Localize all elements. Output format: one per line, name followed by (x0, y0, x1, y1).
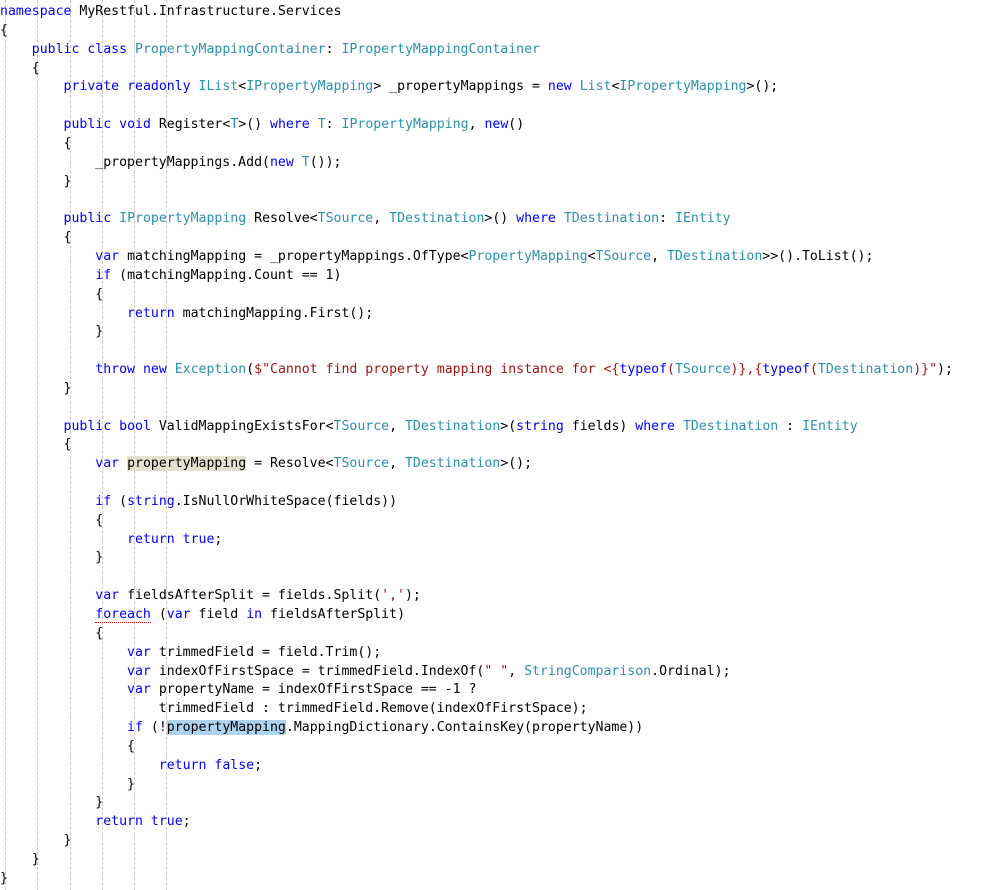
code-line: } (0, 776, 135, 792)
code-line: } (0, 851, 40, 867)
code-line: } (0, 795, 104, 811)
code-line: return true; (127, 531, 223, 547)
code-line: } (0, 550, 104, 566)
code-line: } (0, 324, 104, 340)
error-squiggle: foreach (95, 607, 151, 623)
highlighted-symbol[interactable]: propertyMapping (127, 456, 247, 472)
code-line: var propertyName = indexOfFirstSpace == … (127, 682, 477, 698)
code-line: { (0, 286, 104, 302)
code-line: { (0, 437, 72, 453)
code-line: } (0, 833, 72, 849)
code-line: throw new Exception($"Cannot find proper… (95, 362, 953, 378)
code-line: return false; (158, 757, 263, 773)
code-line: return true; (95, 814, 191, 830)
code-line: { (0, 60, 40, 76)
code-line: { (0, 625, 104, 641)
code-line: { (0, 135, 72, 151)
code-line: public void Register<T>() where T: IProp… (63, 117, 525, 133)
code-line: foreach (var field in fieldsAfterSplit) (95, 607, 406, 623)
code-line: } (0, 173, 72, 189)
code-line: public bool ValidMappingExistsFor<TSourc… (63, 418, 858, 434)
code-line: { (0, 512, 104, 528)
code-line: { (0, 22, 8, 38)
code-line: if (matchingMapping.Count == 1) (95, 267, 342, 283)
code-line: var indexOfFirstSpace = trimmedField.Ind… (127, 663, 731, 679)
code-line: var matchingMapping = _propertyMappings.… (95, 248, 874, 264)
code-line: if (!propertyMapping.MappingDictionary.C… (127, 720, 644, 736)
code-line: } (0, 870, 8, 886)
code-line: namespace MyRestful.Infrastructure.Servi… (0, 4, 342, 19)
code-editor[interactable]: namespace MyRestful.Infrastructure.Servi… (0, 0, 988, 890)
code-line: return matchingMapping.First(); (127, 305, 374, 321)
code-line: { (0, 230, 72, 246)
code-line: var fieldsAfterSplit = fields.Split(',')… (95, 588, 421, 604)
code-line: { (0, 738, 135, 754)
code-line: public class PropertyMappingContainer: I… (31, 41, 540, 57)
code-line: _propertyMappings.Add(new T()); (0, 154, 342, 170)
code-line: if (string.IsNullOrWhiteSpace(fields)) (95, 493, 398, 509)
code-line: var trimmedField = field.Trim(); (127, 644, 382, 660)
code-line: var propertyMapping = Resolve<TSource, T… (95, 456, 533, 472)
selected-symbol[interactable]: propertyMapping (166, 720, 286, 736)
code-line: public IPropertyMapping Resolve<TSource,… (63, 211, 731, 227)
code-line: trimmedField : trimmedField.Remove(index… (0, 701, 588, 717)
code-text[interactable]: namespace MyRestful.Infrastructure.Servi… (0, 0, 988, 889)
code-line: private readonly IList<IPropertyMapping>… (63, 79, 779, 95)
code-line: } (0, 380, 72, 396)
